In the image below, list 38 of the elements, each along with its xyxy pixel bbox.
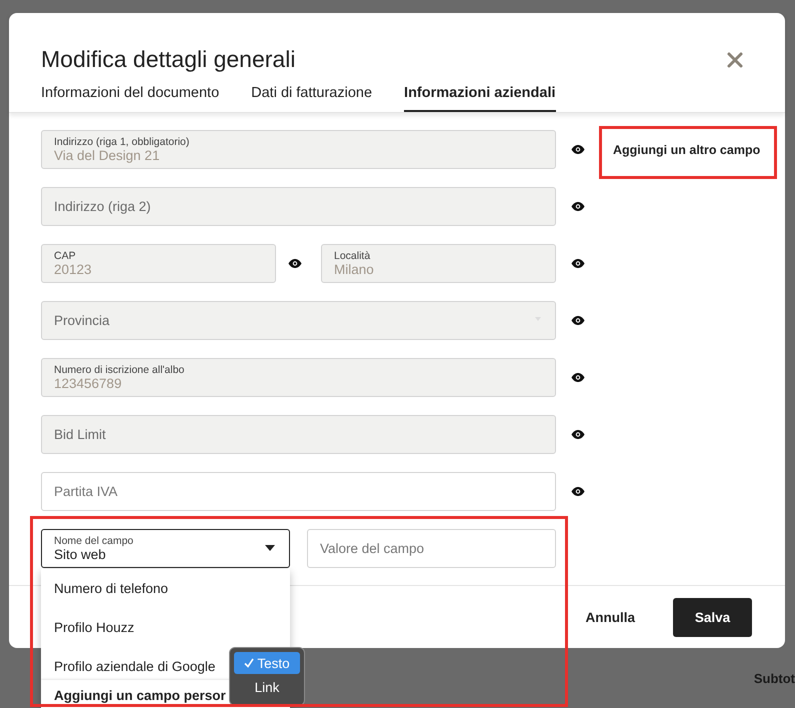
field-placeholder: Valore del campo	[320, 541, 424, 556]
field-value: Via del Design 21	[54, 148, 160, 164]
field-value: 123456789	[54, 376, 122, 392]
field-label: CAP	[54, 250, 76, 262]
close-icon[interactable]	[726, 50, 744, 68]
dropdown-option[interactable]: Profilo Houzz	[41, 608, 290, 647]
eye-icon[interactable]	[571, 145, 585, 154]
tab[interactable]: Dati di fatturazione	[251, 81, 372, 112]
background-text: Subtot	[754, 671, 795, 686]
input-field[interactable]: Partita IVA	[41, 472, 556, 511]
eye-icon[interactable]	[571, 487, 585, 496]
dialog-title: Modifica dettagli generali	[41, 46, 296, 73]
caret-icon	[265, 545, 275, 551]
field-label: Nome del campo	[54, 534, 134, 546]
field-placeholder: Bid Limit	[54, 427, 106, 442]
input-field[interactable]: Valore del campo	[307, 529, 556, 568]
tab[interactable]: Informazioni aziendali	[404, 81, 556, 112]
eye-icon[interactable]	[571, 373, 585, 382]
field-label: Località	[334, 250, 370, 262]
field-placeholder: Provincia	[54, 313, 110, 328]
save-button[interactable]: Salva	[673, 598, 752, 636]
field-placeholder: Indirizzo (riga 2)	[54, 199, 151, 214]
eye-icon[interactable]	[571, 316, 585, 325]
eye-icon[interactable]	[571, 202, 585, 211]
add-field-button[interactable]: Aggiungi un altro campo	[613, 130, 760, 169]
field-label: Numero di iscrizione all'albo	[54, 364, 184, 376]
eye-icon[interactable]	[571, 259, 585, 268]
eye-icon[interactable]	[288, 259, 302, 268]
dropdown-option[interactable]: Numero di telefono	[41, 569, 290, 608]
field-value: 20123	[54, 262, 92, 278]
field-value: Milano	[334, 262, 374, 278]
cancel-button[interactable]: Annulla	[580, 608, 641, 626]
eye-icon[interactable]	[571, 430, 585, 439]
field-label: Indirizzo (riga 1, obbligatorio)	[54, 136, 190, 148]
tab[interactable]: Informazioni del documento	[41, 81, 220, 112]
field-placeholder: Partita IVA	[54, 484, 118, 499]
field-value: Sito web	[54, 546, 106, 562]
check-icon	[244, 658, 254, 668]
